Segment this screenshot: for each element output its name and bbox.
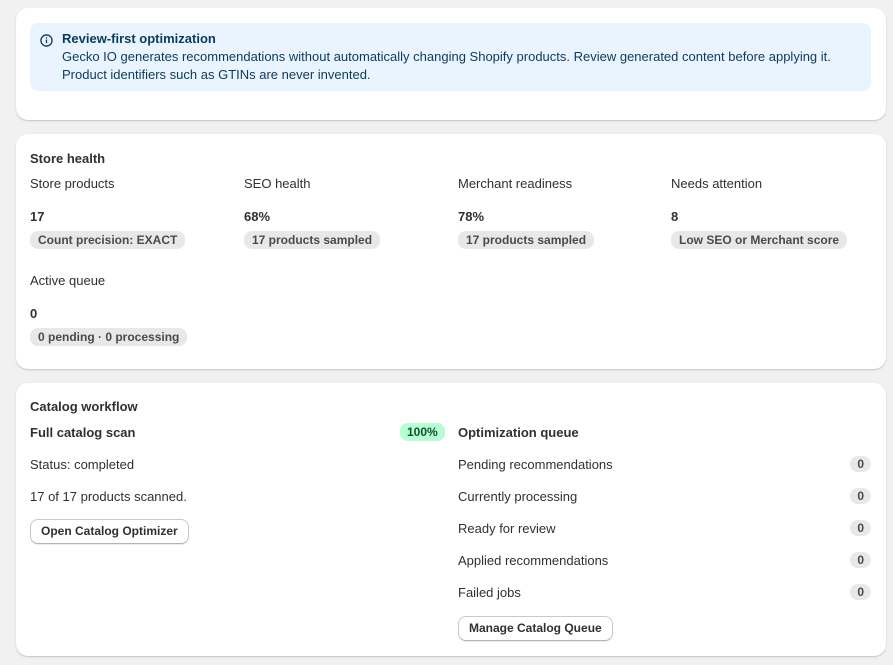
open-catalog-optimizer-button[interactable]: Open Catalog Optimizer [30, 519, 189, 544]
queue-row-label: Applied recommendations [458, 553, 609, 568]
metric-label: Store products [30, 176, 115, 191]
info-icon [40, 34, 53, 47]
queue-row-failed: Failed jobs 0 [458, 584, 871, 602]
metric-badge: 17 products sampled [458, 231, 595, 249]
metric-badge: 0 pending · 0 processing [30, 328, 188, 346]
store-health-title: Store health [30, 151, 106, 166]
banner-text: Gecko IO generates recommendations witho… [62, 49, 831, 82]
store-health-card: Store health Store products 17 Count pre… [16, 134, 886, 369]
metric-value: 78% [458, 209, 485, 224]
banner-title: Review-first optimization [62, 31, 216, 46]
queue-row-count: 0 [850, 488, 871, 504]
metric-seo-health: SEO health 68% 17 products sampled [244, 176, 444, 251]
metric-label: Merchant readiness [458, 176, 573, 191]
metric-badge: 17 products sampled [244, 231, 381, 249]
manage-catalog-queue-button[interactable]: Manage Catalog Queue [458, 616, 613, 641]
queue-row-label: Currently processing [458, 489, 578, 504]
queue-row-processing: Currently processing 0 [458, 488, 871, 506]
queue-row-count: 0 [850, 552, 871, 568]
metric-value: 8 [671, 209, 679, 224]
queue-row-pending: Pending recommendations 0 [458, 456, 871, 474]
queue-row-count: 0 [850, 456, 871, 472]
scan-title: Full catalog scan [30, 425, 136, 440]
metric-active-queue: Active queue 0 0 pending · 0 processing [30, 273, 230, 348]
queue-row-label: Failed jobs [458, 585, 521, 600]
catalog-workflow-title: Catalog workflow [30, 399, 138, 414]
metric-store-products: Store products 17 Count precision: EXACT [30, 176, 230, 251]
queue-row-label: Ready for review [458, 521, 556, 536]
queue-title: Optimization queue [458, 425, 579, 440]
metric-needs-attention: Needs attention 8 Low SEO or Merchant sc… [671, 176, 871, 251]
metric-label: SEO health [244, 176, 311, 191]
scan-progress-text: 17 of 17 products scanned. [30, 489, 187, 504]
metric-badge: Low SEO or Merchant score [671, 231, 848, 249]
metric-value: 0 [30, 306, 38, 321]
info-banner: Review-first optimization Gecko IO gener… [30, 23, 871, 91]
queue-row-ready: Ready for review 0 [458, 520, 871, 538]
queue-row-label: Pending recommendations [458, 457, 613, 472]
queue-row-count: 0 [850, 584, 871, 600]
metric-badge: Count precision: EXACT [30, 231, 186, 249]
metric-label: Needs attention [671, 176, 763, 191]
metric-merchant-readiness: Merchant readiness 78% 17 products sampl… [458, 176, 658, 251]
metric-value: 68% [244, 209, 271, 224]
queue-row-applied: Applied recommendations 0 [458, 552, 871, 570]
info-card: Review-first optimization Gecko IO gener… [16, 8, 886, 120]
queue-row-count: 0 [850, 520, 871, 536]
scan-progress-badge: 100% [400, 423, 445, 441]
catalog-workflow-card: Catalog workflow Full catalog scan 100% … [16, 383, 886, 656]
metric-label: Active queue [30, 273, 106, 288]
metric-value: 17 [30, 209, 45, 224]
scan-status: Status: completed [30, 457, 135, 472]
